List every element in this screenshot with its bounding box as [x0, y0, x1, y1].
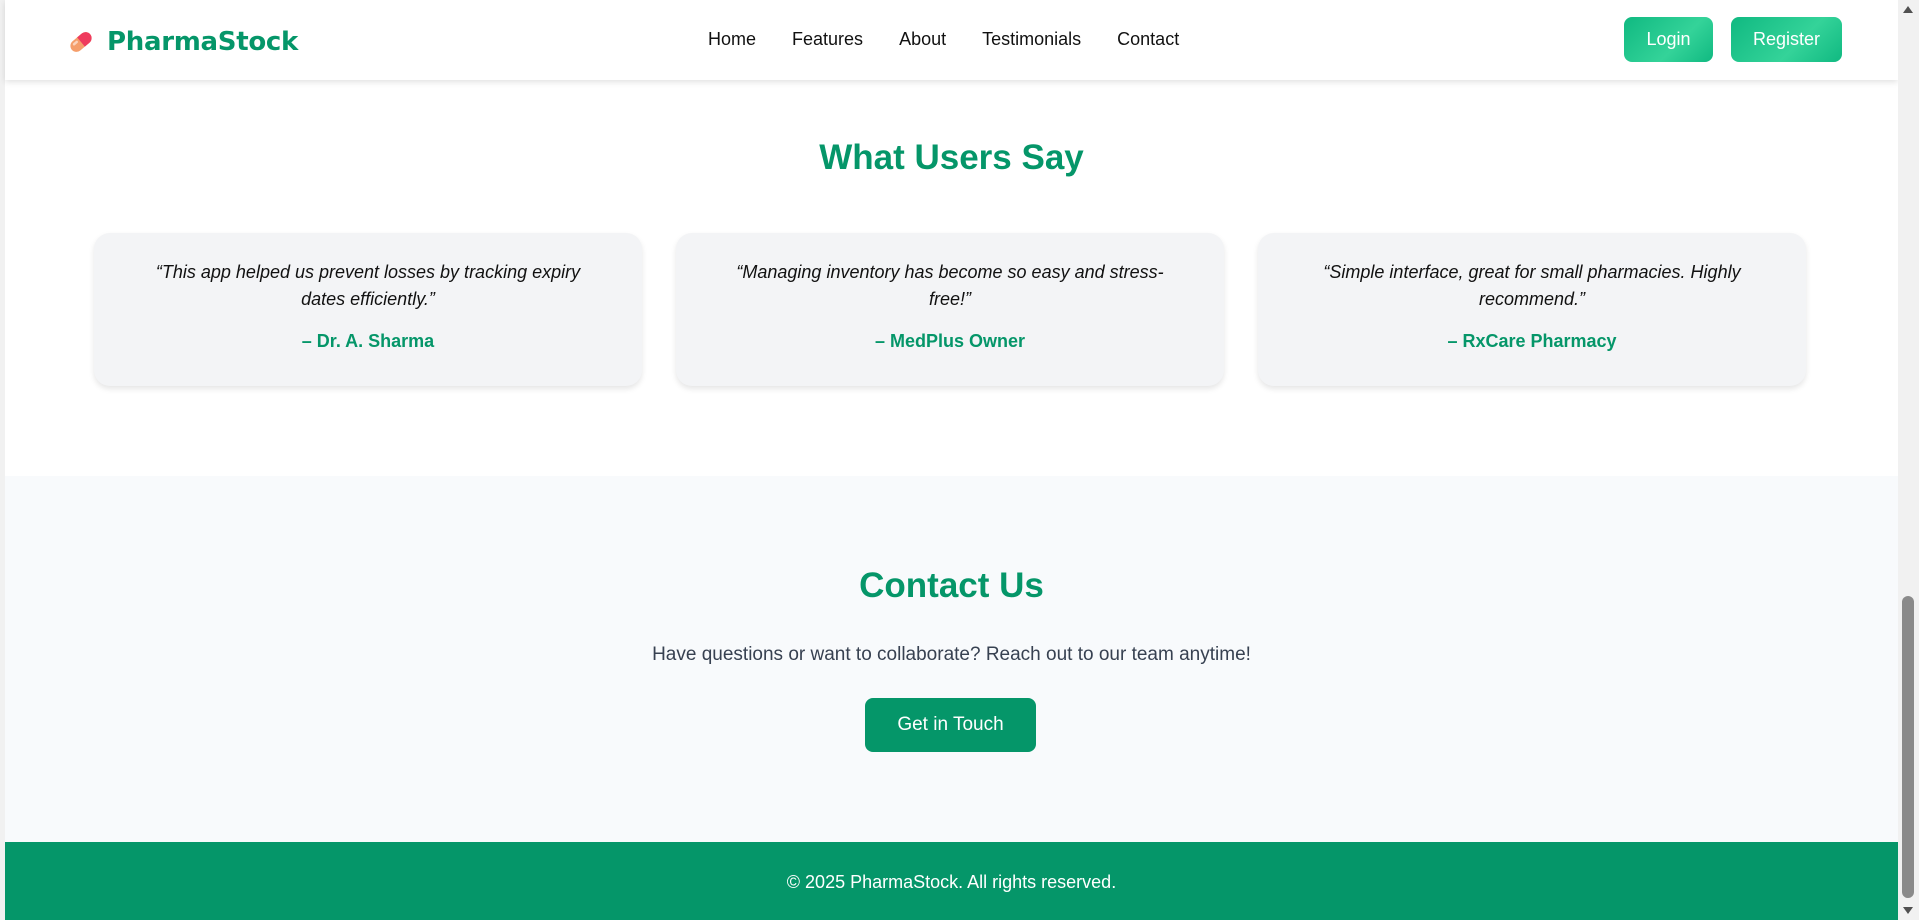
contact-title: Contact Us: [859, 566, 1044, 605]
nav-about[interactable]: About: [899, 29, 946, 50]
site-footer: © 2025 PharmaStock. All rights reserved.: [5, 842, 1898, 920]
page-viewport: PharmaStock Home Features About Testimon…: [0, 0, 1898, 920]
scrollbar-thumb[interactable]: [1902, 596, 1914, 898]
testimonial-author: – MedPlus Owner: [874, 331, 1026, 351]
site-header: PharmaStock Home Features About Testimon…: [5, 0, 1898, 80]
testimonial-card: “Managing inventory has become so easy a…: [676, 233, 1224, 386]
testimonial-quote: “This app helped us prevent losses by tr…: [155, 262, 581, 309]
testimonial-quote: “Simple interface, great for small pharm…: [1323, 262, 1741, 309]
nav-contact[interactable]: Contact: [1117, 29, 1179, 50]
nav-features[interactable]: Features: [792, 29, 863, 50]
brand-name: PharmaStock: [107, 27, 298, 57]
testimonial-quote: “Managing inventory has become so easy a…: [736, 262, 1164, 309]
vertical-scrollbar[interactable]: [1898, 0, 1919, 920]
footer-copyright: © 2025 PharmaStock. All rights reserved.: [786, 872, 1117, 892]
nav-home[interactable]: Home: [708, 29, 756, 50]
get-in-touch-button[interactable]: Get in Touch: [865, 698, 1036, 752]
testimonial-author: – RxCare Pharmacy: [1447, 331, 1617, 351]
scroll-up-arrow-icon[interactable]: [1903, 6, 1913, 13]
nav-testimonials[interactable]: Testimonials: [982, 29, 1081, 50]
testimonial-card: “Simple interface, great for small pharm…: [1258, 233, 1806, 386]
main-nav: Home Features About Testimonials Contact: [708, 26, 1179, 52]
testimonials-section: What Users Say “This app helped us preve…: [5, 80, 1898, 476]
testimonial-card: “This app helped us prevent losses by tr…: [94, 233, 642, 386]
scroll-down-arrow-icon[interactable]: [1903, 907, 1913, 914]
contact-description: Have questions or want to collaborate? R…: [652, 644, 1251, 665]
contact-section: Contact Us Have questions or want to col…: [5, 476, 1898, 842]
register-button[interactable]: Register: [1731, 17, 1842, 62]
pill-icon: [70, 32, 92, 52]
testimonial-author: – Dr. A. Sharma: [301, 331, 435, 351]
brand-logo[interactable]: PharmaStock: [65, 22, 298, 62]
testimonials-title: What Users Say: [819, 138, 1084, 177]
login-button[interactable]: Login: [1624, 17, 1713, 62]
